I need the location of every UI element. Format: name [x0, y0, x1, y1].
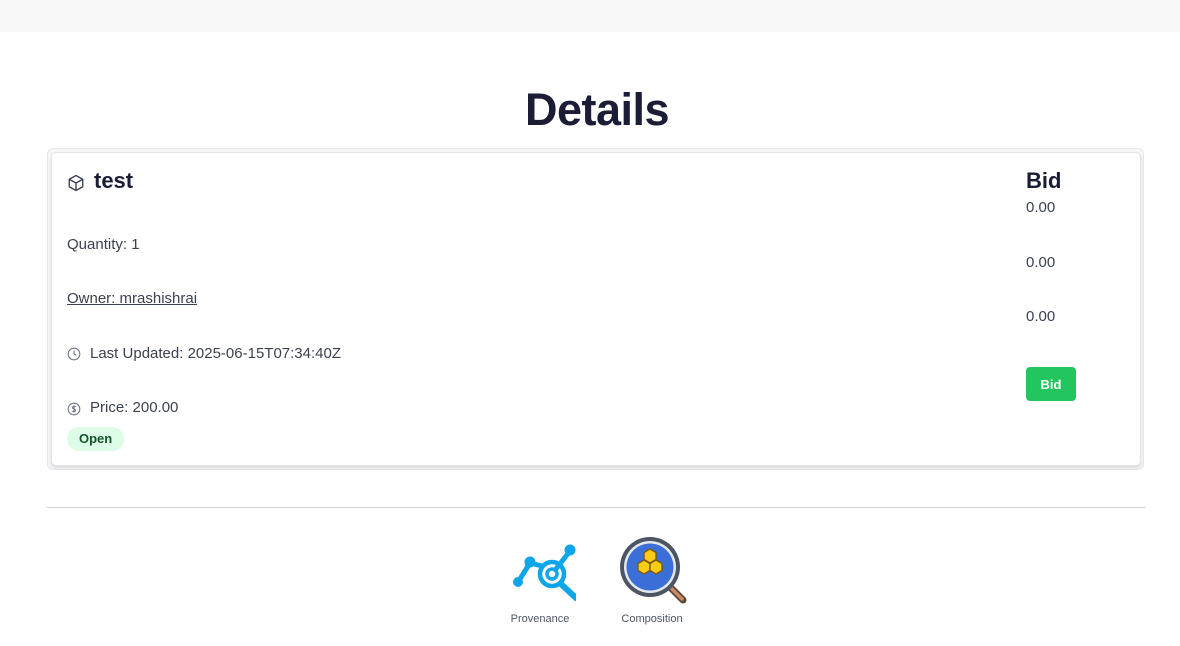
provenance-tool[interactable]: Provenance	[490, 538, 590, 625]
status-badge: Open	[67, 427, 125, 451]
bid-value: 0.00	[1026, 199, 1056, 216]
top-bar	[0, 0, 1180, 32]
composition-label: Composition	[621, 613, 683, 625]
composition-icon	[620, 537, 687, 604]
provenance-icon	[513, 544, 579, 601]
provenance-label: Provenance	[510, 613, 570, 625]
bid-value: 0.00	[1026, 254, 1056, 271]
last-updated-text: Last Updated: 2025-06-15T07:34:40Z	[90, 345, 342, 362]
bid-button[interactable]: Bid	[1026, 367, 1076, 401]
bid-value: 0.00	[1026, 308, 1056, 325]
price-text: Price: 200.00	[90, 399, 179, 416]
composition-tool[interactable]: Composition	[602, 536, 702, 625]
dollar-icon	[67, 402, 81, 416]
page-title: Details	[524, 84, 670, 135]
divider	[47, 507, 1146, 508]
details-card	[51, 152, 1141, 466]
clock-icon	[67, 347, 81, 361]
cube-icon	[68, 174, 84, 192]
bid-heading: Bid	[1026, 168, 1062, 193]
quantity-text: Quantity: 1	[67, 236, 140, 253]
owner-link[interactable]: Owner: mrashishrai	[67, 290, 197, 307]
item-title: test	[94, 168, 134, 193]
